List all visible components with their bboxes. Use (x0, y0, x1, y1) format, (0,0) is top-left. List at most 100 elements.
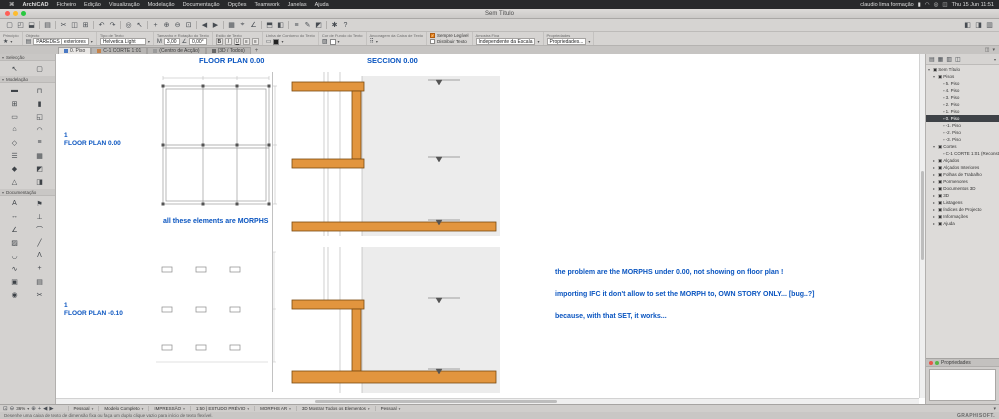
navigator-item[interactable]: ▫ 4. Piso (926, 87, 999, 94)
font-dropdown[interactable]: Helvetica Light ▾ (99, 38, 150, 45)
canvas-heading-section[interactable]: SECCION 0.00 (367, 56, 418, 65)
font-name-value[interactable]: Helvetica Light (99, 38, 146, 45)
background-pen-chip[interactable] (329, 38, 336, 45)
undo-icon[interactable]: ↶ (96, 20, 107, 31)
menubar-clock[interactable]: Thu 15 Jun 11:51 (952, 2, 994, 8)
floor-plan-label-upper[interactable]: 1 FLOOR PLAN 0.00 (64, 132, 121, 148)
canvas-heading-floor-plan[interactable]: FLOOR PLAN 0.00 (199, 56, 264, 65)
palette-collapse-button[interactable] (935, 360, 939, 365)
tab-action-centre[interactable]: (Centro de Acção) (147, 47, 206, 54)
section-drawing-lower[interactable] (288, 245, 502, 404)
chevron-down-icon[interactable]: ▾ (27, 406, 29, 411)
menu-item[interactable]: Ajuda (311, 2, 333, 8)
disclosure-triangle-icon[interactable]: ▸ (933, 179, 937, 184)
marquee-tool[interactable]: ▢ (27, 62, 52, 75)
layout-book-icon[interactable]: ▥ (946, 56, 952, 63)
camera-tool[interactable]: ◉ (2, 288, 27, 301)
canvas-horizontal-scrollbar[interactable] (56, 398, 919, 404)
fill-tool[interactable]: ▨ (2, 236, 27, 249)
close-button[interactable] (5, 11, 10, 16)
quick-option[interactable]: Pessoal ▾ (67, 406, 99, 411)
navigator-item[interactable]: ▸ ▣ Ajuda (926, 220, 999, 227)
menu-item[interactable]: Visualização (105, 2, 144, 8)
stair-tool[interactable]: ≡ (27, 136, 52, 149)
navigator-item[interactable]: ▸ ▣ Listagens (926, 199, 999, 206)
fit-in-window-icon[interactable]: ⊡ (183, 20, 194, 31)
disclosure-triangle-icon[interactable]: ▾ (933, 74, 937, 79)
menu-item[interactable]: ArchiCAD (19, 2, 53, 8)
menu-item[interactable]: Documentação (179, 2, 224, 8)
outline-controls[interactable]: ▭ ▾ (266, 38, 315, 45)
navigator-item[interactable]: ▫ -3. Piso (926, 136, 999, 143)
navigator-item[interactable]: ▫ 0. Piso (926, 115, 999, 122)
window-titlebar[interactable]: Sem Título (0, 9, 999, 19)
open-icon[interactable]: ◰ (15, 20, 26, 31)
mesh-tool[interactable]: △ (2, 175, 27, 188)
navigator-item[interactable]: ▾ ▣ Sem Título (926, 66, 999, 73)
curtain-wall-tool[interactable]: ▦ (27, 149, 52, 162)
fit-view-button[interactable]: ⊡ (3, 406, 8, 412)
bold-button[interactable]: B (215, 38, 223, 45)
snap-icon[interactable]: ⌖ (237, 20, 248, 31)
layer-value[interactable]: PAREDES | exteriores (33, 38, 89, 45)
scrollbar-thumb[interactable] (314, 400, 557, 403)
palette-close-button[interactable] (929, 360, 933, 365)
zoom-value[interactable]: 36% (16, 406, 25, 411)
section-drawing-upper[interactable] (288, 70, 502, 245)
window-tool[interactable]: ⊞ (2, 97, 27, 110)
menu-item[interactable]: Modelação (144, 2, 179, 8)
problem-note[interactable]: the problem are the MORPHS under 0.00, n… (555, 262, 815, 328)
canvas-vertical-scrollbar[interactable] (919, 54, 925, 398)
disclosure-triangle-icon[interactable]: ▾ (933, 144, 937, 149)
user-menu[interactable]: claudio lima formação (860, 2, 914, 8)
railing-tool[interactable]: ☰ (2, 149, 27, 162)
slab-tool[interactable]: ◱ (27, 110, 52, 123)
quick-option[interactable]: Pessoal ▾ (374, 406, 406, 411)
chevron-down-icon[interactable]: ▾ (994, 57, 996, 62)
navigator-item[interactable]: ▸ ▣ Índices de Projecto (926, 206, 999, 213)
guide-lines-icon[interactable]: ∠ (248, 20, 259, 31)
scale-dropdown[interactable]: Independente da Escala ▾ (475, 38, 540, 45)
menu-item[interactable]: Janelas (284, 2, 311, 8)
scrollbar-thumb[interactable] (921, 170, 924, 261)
layer-dropdown[interactable]: ▤ PAREDES | exteriores ▾ (26, 38, 93, 45)
shell-tool[interactable]: ◠ (27, 123, 52, 136)
disclosure-triangle-icon[interactable]: ▸ (933, 172, 937, 177)
disclosure-triangle-icon[interactable]: ▸ (933, 214, 937, 219)
tab-section[interactable]: C-1 CORTE 1:01 (91, 47, 148, 54)
zoom-out-icon[interactable]: ⊖ (172, 20, 183, 31)
right-panel-toggle-icon[interactable]: ◨ (973, 20, 984, 31)
door-tool[interactable]: ⊓ (27, 84, 52, 97)
navigator-item[interactable]: ▫ 5. Piso (926, 80, 999, 87)
navigator-item[interactable]: ▫ 3. Piso (926, 94, 999, 101)
disclosure-triangle-icon[interactable]: ▸ (933, 221, 937, 226)
navigator-item[interactable]: ▸ ▣ Informações (926, 213, 999, 220)
navigator-item[interactable]: ▾ ▣ Cortes (926, 143, 999, 150)
forward-button[interactable]: ▶ (49, 406, 53, 412)
publisher-icon[interactable]: ◫ (955, 56, 961, 63)
drawing-tool[interactable]: ▤ (27, 275, 52, 288)
spotlight-icon[interactable]: ◎ (934, 2, 939, 8)
properties-palette-titlebar[interactable]: Propriedades (926, 359, 999, 367)
arrow-icon[interactable]: ↖ (134, 20, 145, 31)
column-tool[interactable]: ▮ (27, 97, 52, 110)
level-dimension-tool[interactable]: ⊥ (27, 210, 52, 223)
align-center-button[interactable]: ≡ (251, 38, 259, 45)
floor-plan-drawing-lower[interactable] (150, 247, 280, 373)
disclosure-triangle-icon[interactable]: ▸ (933, 186, 937, 191)
zoom-in-icon[interactable]: ⊕ (161, 20, 172, 31)
toolbox-section-header[interactable]: ▾ Documentação (0, 189, 55, 196)
background-controls[interactable]: ▨ ▾ (322, 38, 363, 45)
navigator-item[interactable]: ▸ ▣ Documentos 3D (926, 185, 999, 192)
left-panel-toggle-icon[interactable]: ◧ (962, 20, 973, 31)
line-tool[interactable]: ╱ (27, 236, 52, 249)
spline-tool[interactable]: ∿ (2, 262, 27, 275)
navigator-item[interactable]: ▾ ▣ Pisos (926, 73, 999, 80)
tab-overview-icon[interactable]: ◫ (985, 47, 990, 53)
settings-icon[interactable]: ✱ (329, 20, 340, 31)
scale-value[interactable]: Independente da Escala (475, 38, 536, 45)
wall-tool[interactable]: ▬ (2, 84, 27, 97)
wrap-text-row[interactable]: Distribuir Texto (430, 38, 469, 45)
pan-icon[interactable]: + (150, 20, 161, 31)
figure-tool[interactable]: ▣ (2, 275, 27, 288)
